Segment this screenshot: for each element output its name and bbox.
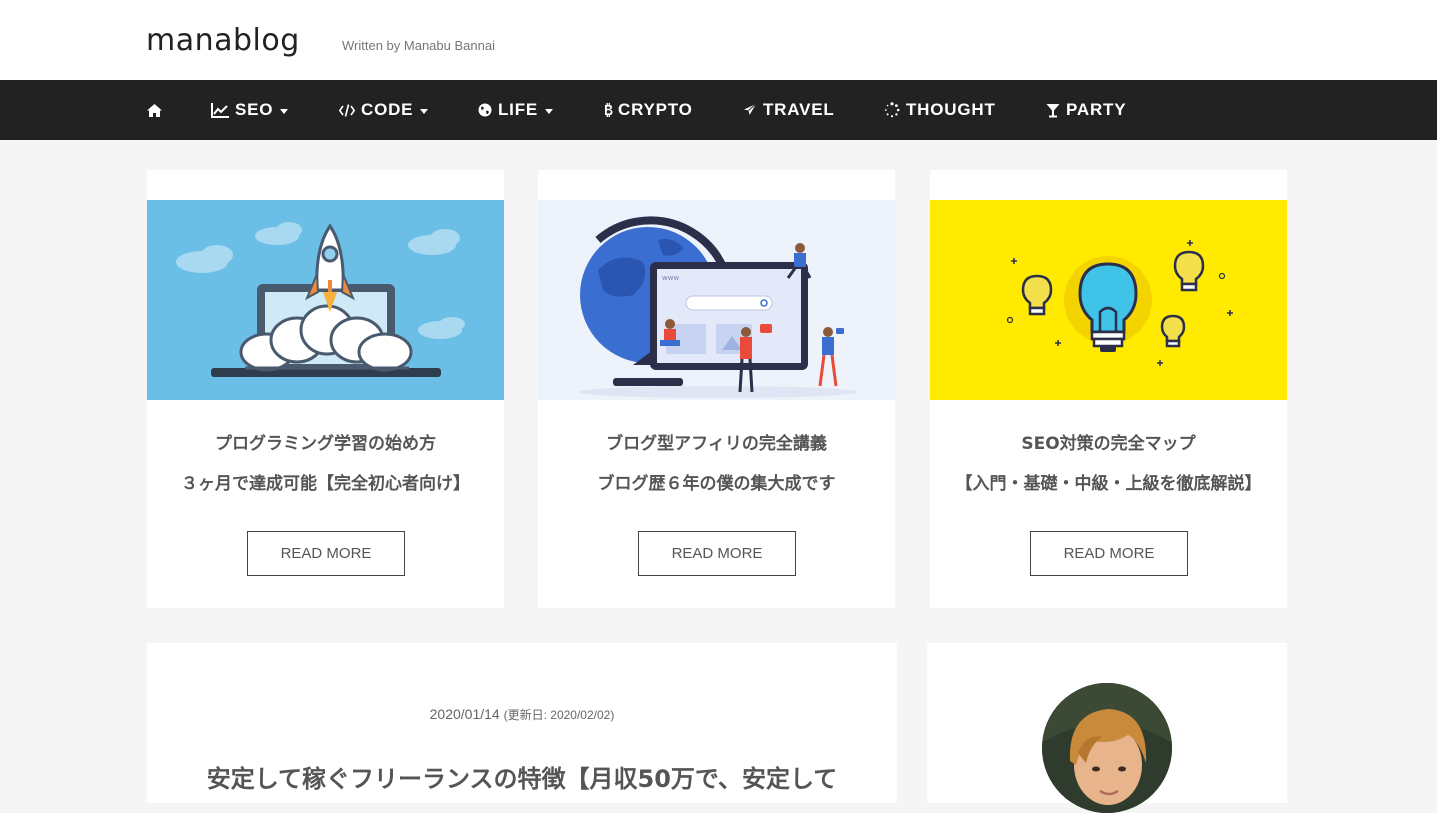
nav-item-label: CRYPTO xyxy=(618,100,693,119)
nav-item-home[interactable] xyxy=(147,80,168,140)
plane-icon xyxy=(743,103,757,117)
nav-item-travel[interactable]: TRAVEL xyxy=(743,80,835,140)
caret-down-icon xyxy=(420,108,429,114)
featured-card-programming[interactable]: プログラミング学習の始め方 ３ヶ月で達成可能【完全初心者向け】 READ MOR… xyxy=(147,170,504,608)
post-date: 2020/01/14 xyxy=(429,706,500,722)
line-chart-icon xyxy=(211,102,229,118)
nav-item-label: CODE xyxy=(361,100,414,119)
latest-post: 2020/01/14 (更新日: 2020/02/02) 安定して稼ぐフリーラン… xyxy=(147,643,897,803)
post-title[interactable]: 安定して稼ぐフリーランスの特徴【月収50万で、安定して xyxy=(147,759,897,794)
globe-icon xyxy=(478,103,492,117)
bitcoin-icon xyxy=(603,103,613,117)
code-icon xyxy=(339,103,355,117)
caret-down-icon xyxy=(280,108,289,114)
read-more-button[interactable]: READ MORE xyxy=(638,531,796,576)
cocktail-icon xyxy=(1046,103,1060,118)
globe-monitor-illustration[interactable]: www xyxy=(538,200,895,400)
main-nav: SEO CODE LIFE CRYPTO TRAVEL THOUGHT PART… xyxy=(0,80,1437,140)
sidebar-profile xyxy=(927,643,1287,813)
card-title-line2[interactable]: 【入門・基礎・中級・上級を徹底解説】 xyxy=(930,469,1287,494)
caret-down-icon xyxy=(545,108,554,114)
author-avatar[interactable] xyxy=(1042,683,1172,813)
site-header: manablog Written by Manabu Bannai xyxy=(0,0,1437,80)
nav-item-label: TRAVEL xyxy=(763,100,835,119)
card-title-line1[interactable]: プログラミング学習の始め方 xyxy=(147,429,504,454)
svg-text:www: www xyxy=(662,274,679,282)
featured-card-blog-affiliate[interactable]: www ブログ型アフィリの完全講義 ブログ歴６年の僕の集大成です READ MO… xyxy=(538,170,895,608)
nav-item-party[interactable]: PARTY xyxy=(1046,80,1126,140)
post-updated-date: (更新日: 2020/02/02) xyxy=(503,708,615,722)
card-title-line2[interactable]: ３ヶ月で達成可能【完全初心者向け】 xyxy=(147,469,504,494)
lightbulbs-illustration[interactable] xyxy=(930,200,1287,400)
card-title-line2[interactable]: ブログ歴６年の僕の集大成です xyxy=(538,469,895,494)
nav-item-seo[interactable]: SEO xyxy=(211,80,289,140)
nav-item-label: SEO xyxy=(235,100,274,119)
nav-item-life[interactable]: LIFE xyxy=(478,80,554,140)
card-title-line1[interactable]: ブログ型アフィリの完全講義 xyxy=(538,429,895,454)
spinner-icon xyxy=(884,102,900,118)
nav-item-label: PARTY xyxy=(1066,100,1127,119)
nav-item-crypto[interactable]: CRYPTO xyxy=(603,80,693,140)
nav-item-label: THOUGHT xyxy=(906,100,996,119)
rocket-laptop-illustration[interactable] xyxy=(147,200,504,400)
nav-item-thought[interactable]: THOUGHT xyxy=(884,80,996,140)
home-icon xyxy=(147,103,162,117)
nav-item-label: LIFE xyxy=(498,100,539,119)
site-logo[interactable]: manablog xyxy=(146,23,300,58)
post-date-line: 2020/01/14 (更新日: 2020/02/02) xyxy=(147,706,897,723)
read-more-button[interactable]: READ MORE xyxy=(1030,531,1188,576)
nav-item-code[interactable]: CODE xyxy=(339,80,429,140)
card-title-line1[interactable]: SEO対策の完全マップ xyxy=(930,429,1287,454)
site-tagline: Written by Manabu Bannai xyxy=(342,38,495,53)
featured-card-seo-map[interactable]: SEO対策の完全マップ 【入門・基礎・中級・上級を徹底解説】 READ MORE xyxy=(930,170,1287,608)
read-more-button[interactable]: READ MORE xyxy=(247,531,405,576)
